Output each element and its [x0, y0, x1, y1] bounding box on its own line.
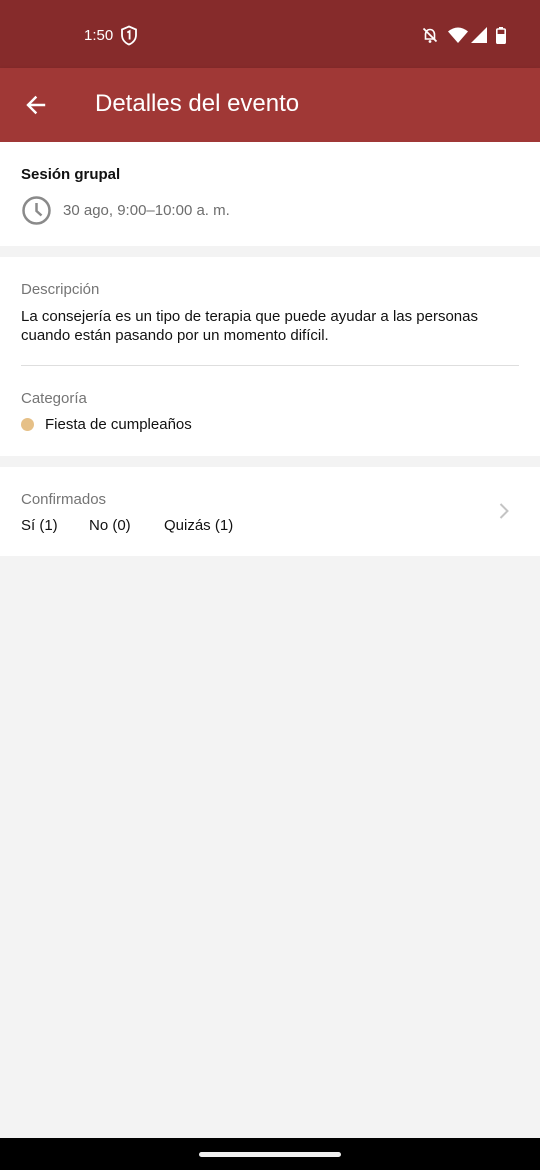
category-value: Fiesta de cumpleaños: [45, 416, 192, 433]
chevron-right-icon: [499, 503, 509, 519]
signal-icon: [471, 27, 487, 43]
battery-icon: [496, 26, 506, 44]
home-gesture-handle[interactable]: [199, 1152, 341, 1157]
category-label: Categoría: [21, 390, 87, 407]
attendance-label: Confirmados: [21, 491, 107, 508]
status-bar: 1:50: [0, 0, 540, 68]
notifications-off-icon: [422, 27, 438, 43]
description-label: Descripción: [21, 281, 100, 298]
arrow-back-icon: [26, 95, 46, 115]
app-bar: Detalles del evento: [0, 68, 540, 142]
system-navigation-bar: [0, 1138, 540, 1170]
description-text: La consejería es un tipo de terapia que …: [21, 308, 478, 344]
divider: [21, 365, 519, 366]
event-time: 30 ago, 9:00–10:00 a. m.: [63, 202, 230, 219]
status-icons: [421, 25, 506, 45]
event-summary-card: Sesión grupal 30 ago, 9:00–10:00 a. m.: [0, 142, 540, 246]
rsvp-maybe-count: Quizás (1): [164, 517, 234, 534]
status-time: 1:50: [84, 27, 114, 44]
back-button[interactable]: [14, 83, 58, 127]
rsvp-yes-count: Sí (1): [21, 517, 58, 534]
clock-icon: [22, 196, 51, 225]
event-title: Sesión grupal: [21, 166, 121, 183]
wifi-icon: [448, 27, 468, 43]
attendance-row[interactable]: Confirmados Sí (1) No (0) Quizás (1): [0, 467, 540, 556]
rsvp-no-count: No (0): [89, 517, 131, 534]
page-title: Detalles del evento: [95, 90, 300, 117]
category-color-dot: [21, 418, 34, 431]
shield-icon: [121, 25, 137, 46]
event-details-card: Descripción La consejería es un tipo de …: [0, 257, 540, 456]
